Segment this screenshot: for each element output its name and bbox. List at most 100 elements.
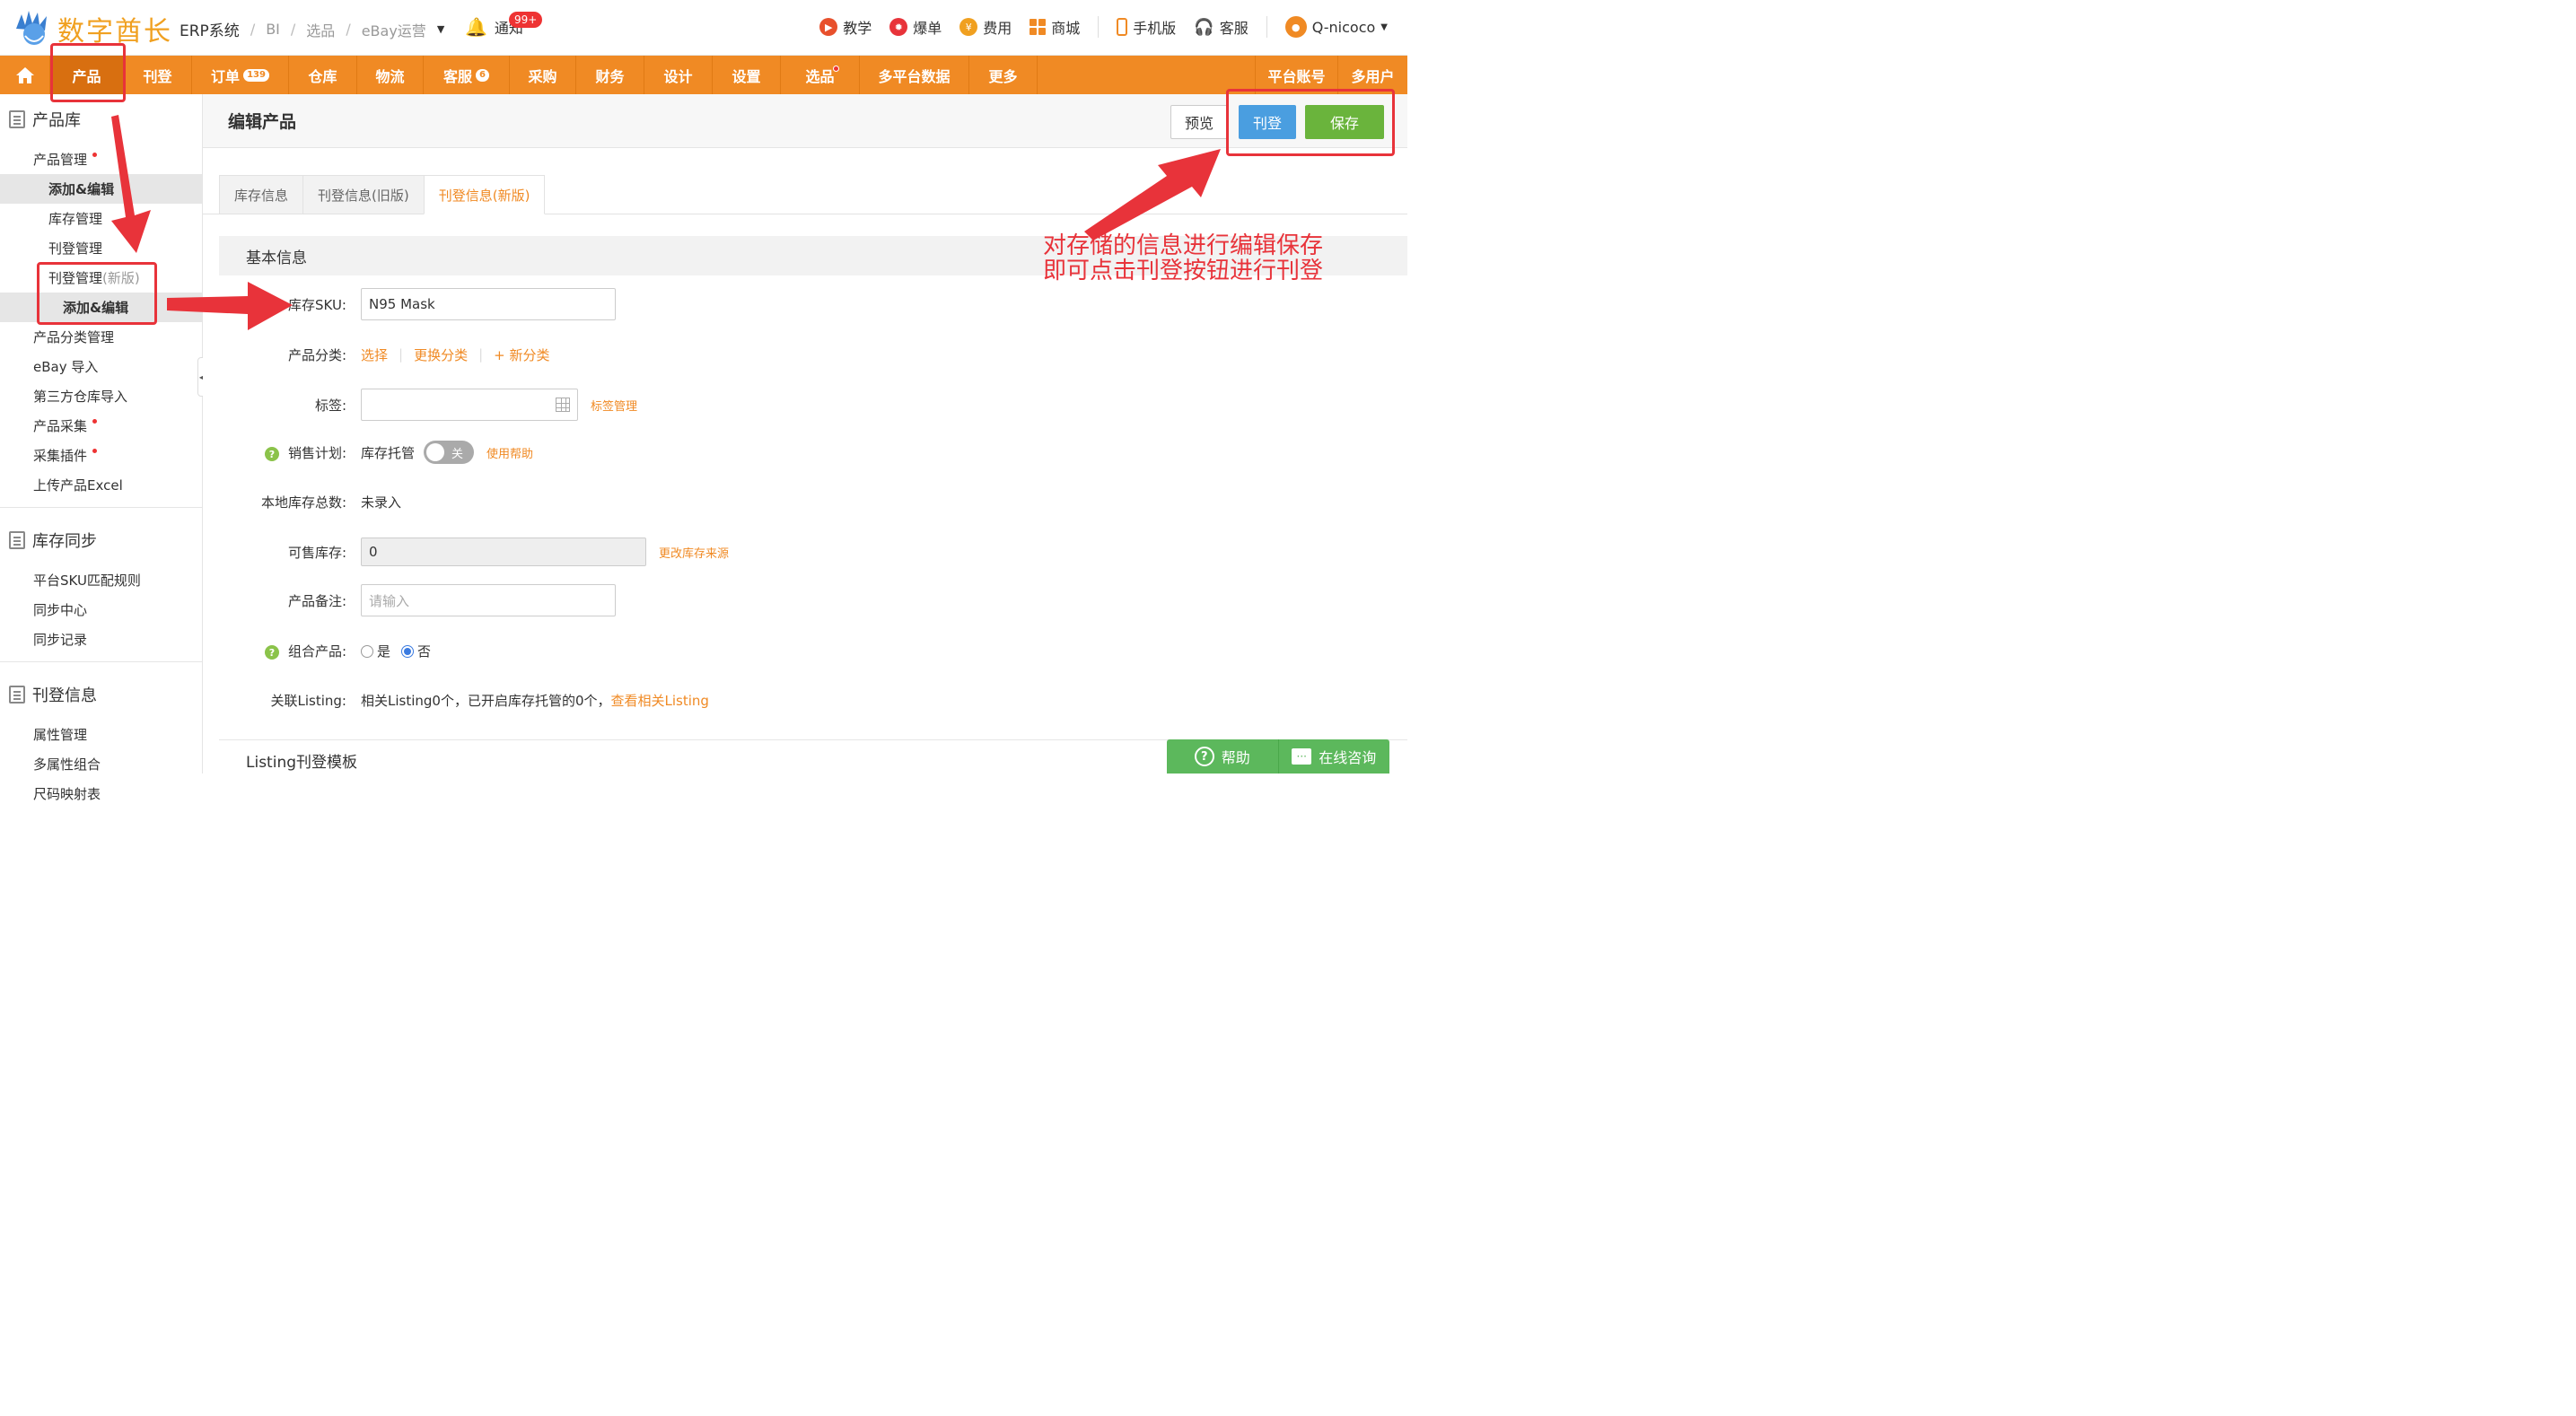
combo-yes-radio[interactable]: 是 [361, 642, 390, 660]
sidebar-item-3pl-import[interactable]: 第三方仓库导入 [0, 381, 202, 411]
nav-platform-accounts[interactable]: 平台账号 [1255, 56, 1337, 94]
tag-input[interactable] [361, 389, 578, 421]
tab-bar: 库存信息 刊登信息(旧版) 刊登信息(新版) [219, 175, 546, 214]
breadcrumb-select[interactable]: 选品 [306, 19, 335, 40]
nav-multi-user[interactable]: 多用户 [1337, 56, 1407, 94]
stock-hosting-toggle[interactable]: 关 [424, 441, 475, 464]
nav-purchase[interactable]: 采购 [510, 56, 576, 94]
breadcrumb-bi[interactable]: BI [266, 21, 280, 38]
user-menu[interactable]: ● Q-nicoco ▼ [1284, 16, 1388, 38]
service-label: 客服 [1219, 20, 1249, 37]
nav-design[interactable]: 设计 [644, 56, 713, 94]
service-badge: 6 [476, 68, 489, 82]
sidebar-section-listing-info[interactable]: 刊登信息 [0, 669, 202, 720]
fees-button[interactable]: ¥ 费用 [959, 16, 1012, 38]
nav-more[interactable]: 更多 [969, 56, 1038, 94]
mobile-label: 手机版 [1133, 20, 1177, 37]
mall-label: 商城 [1051, 20, 1081, 37]
sidebar-item-upload-excel[interactable]: 上传产品Excel [0, 470, 202, 500]
sidebar-section-stock-sync[interactable]: 库存同步 [0, 515, 202, 565]
sidebar-item-attr-manage[interactable]: 属性管理 [0, 720, 202, 749]
logo[interactable]: 数字酋长 [13, 9, 172, 48]
sidebar-item-listing-manage-new[interactable]: 刊登管理 (新版) [0, 263, 202, 293]
sidebar-item-collect-plugin[interactable]: 采集插件 [0, 441, 202, 470]
breadcrumb: ERP系统 / BI / 选品 / eBay运营 ▼ [180, 18, 444, 40]
sidebar-item-add-edit[interactable]: 添加&编辑 [0, 174, 202, 204]
nav-multiplatform[interactable]: 多平台数据 [860, 56, 969, 94]
sidebar-item-sync-center[interactable]: 同步中心 [0, 595, 202, 625]
logo-text: 数字酋长 [57, 16, 172, 48]
sidebar-item-sync-log[interactable]: 同步记录 [0, 625, 202, 654]
nav-finance[interactable]: 财务 [576, 56, 644, 94]
sidebar-item-add-edit-new[interactable]: 添加&编辑 [0, 293, 202, 322]
service-button[interactable]: 🎧 客服 [1194, 16, 1248, 38]
preview-button[interactable]: 预览 [1170, 105, 1228, 139]
row-sku: * 库存SKU: N95 Mask [203, 288, 616, 320]
play-icon: ▶ [819, 18, 838, 36]
annotation-text: 对存储的信息进行编辑保存 即可点击刊登按钮进行刊登 [1043, 232, 1324, 284]
nav-product[interactable]: 产品 [50, 56, 124, 94]
category-select-link[interactable]: 选择 [361, 345, 388, 364]
category-change-link[interactable]: 更换分类 [414, 345, 468, 364]
sidebar-item-product-manage[interactable]: 产品管理 [0, 144, 202, 174]
document-icon [9, 531, 25, 549]
plan-text: 库存托管 [361, 444, 416, 461]
sidebar-section-product-library[interactable]: 产品库 [0, 94, 202, 144]
list-button[interactable]: 刊登 [1239, 105, 1296, 139]
row-category: 产品分类: 选择 | 更换分类 | + 新分类 [287, 345, 550, 364]
breadcrumb-ebay[interactable]: eBay运营 [362, 19, 426, 40]
sku-input[interactable]: N95 Mask [361, 288, 616, 320]
row-sellable-stock: 可售库存: 0 更改库存来源 [203, 536, 729, 568]
row-local-stock: 本地库存总数: 未录入 [260, 494, 402, 511]
chevron-down-icon[interactable]: ▼ [437, 23, 444, 35]
plan-help-link[interactable]: 使用帮助 [486, 444, 533, 461]
nav-selection[interactable]: 选品 [781, 56, 860, 94]
nav-logistics[interactable]: 物流 [357, 56, 424, 94]
tab-listing-old[interactable]: 刊登信息(旧版) [302, 175, 425, 214]
yen-icon: ¥ [959, 18, 978, 36]
sidebar-item-multi-attr[interactable]: 多属性组合 [0, 749, 202, 779]
nav-listing[interactable]: 刊登 [124, 56, 192, 94]
row-remark: 产品备注: 请输入 [203, 584, 616, 616]
sidebar-item-listing-manage[interactable]: 刊登管理 [0, 233, 202, 263]
nav-settings[interactable]: 设置 [713, 56, 781, 94]
sidebar: 产品库 产品管理 添加&编辑 库存管理 刊登管理 刊登管理 (新版) 添加&编辑 … [0, 94, 203, 802]
mobile-button[interactable]: 手机版 [1117, 16, 1176, 38]
nav-warehouse[interactable]: 仓库 [289, 56, 357, 94]
sidebar-item-sku-rules[interactable]: 平台SKU匹配规则 [0, 565, 202, 595]
nav-orders[interactable]: 订单 139 [192, 56, 289, 94]
grid-icon[interactable] [556, 398, 570, 412]
tab-listing-new[interactable]: 刊登信息(新版) [423, 175, 546, 214]
tab-stock-info[interactable]: 库存信息 [219, 175, 304, 214]
tutorial-button[interactable]: ▶ 教学 [819, 16, 872, 38]
hot-orders-button[interactable]: ✹ 爆单 [889, 16, 942, 38]
help-button[interactable]: ? 帮助 [1167, 739, 1278, 774]
sidebar-item-product-collect[interactable]: 产品采集 [0, 411, 202, 441]
online-consult-button[interactable]: ··· 在线咨询 [1277, 739, 1390, 774]
nav-service[interactable]: 客服 6 [424, 56, 510, 94]
home-icon[interactable] [0, 56, 50, 94]
orders-badge: 139 [243, 68, 269, 82]
row-tags: 标签: 标签管理 [203, 389, 637, 421]
breadcrumb-erp[interactable]: ERP系统 [180, 18, 240, 40]
row-sales-plan: ? 销售计划: 库存托管 关 使用帮助 [203, 436, 533, 468]
category-new-link[interactable]: + 新分类 [494, 345, 549, 364]
save-button[interactable]: 保存 [1305, 105, 1384, 139]
sidebar-item-stock-manage[interactable]: 库存管理 [0, 204, 202, 233]
sidebar-item-ebay-import[interactable]: eBay 导入 [0, 352, 202, 381]
change-stock-source-link[interactable]: 更改库存来源 [659, 544, 729, 561]
combo-no-radio[interactable]: 否 [401, 642, 431, 660]
mall-button[interactable]: 商城 [1030, 16, 1080, 38]
document-icon [9, 110, 25, 128]
question-icon[interactable]: ? [264, 447, 279, 461]
main-nav: 产品 刊登 订单 139 仓库 物流 客服 6 采购 财务 设计 设置 选品 多平台… [0, 56, 1407, 94]
tag-manage-link[interactable]: 标签管理 [591, 397, 637, 414]
notify-badge: 99+ [509, 12, 543, 28]
top-right-menu: ▶ 教学 ✹ 爆单 ¥ 费用 商城 手机版 🎧 客服 ● Q-nicoco ▼ [819, 16, 1388, 38]
sidebar-item-size-map[interactable]: 尺码映射表 [0, 779, 202, 809]
view-related-listing-link[interactable]: 查看相关Listing [611, 691, 709, 710]
question-icon[interactable]: ? [264, 645, 279, 660]
remark-input[interactable]: 请输入 [361, 584, 616, 616]
row-related-listing: 关联Listing: 相关Listing0个，已开启库存托管的0个， 查看相关L… [270, 691, 709, 710]
sidebar-item-category-manage[interactable]: 产品分类管理 [0, 322, 202, 352]
